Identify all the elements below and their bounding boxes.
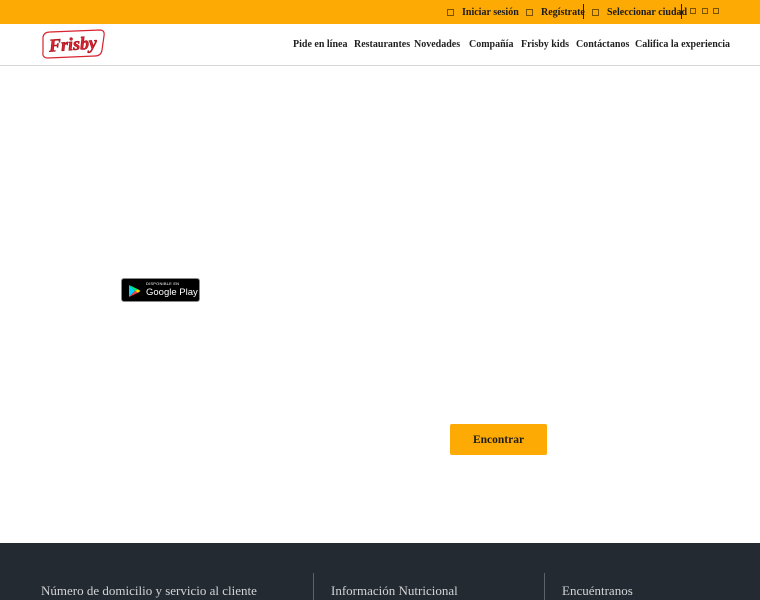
footer-find-us[interactable]: Encuéntranos [562,583,633,599]
footer-nutrition-info[interactable]: Información Nutricional [331,583,458,599]
frisby-logo-icon: Frisby [42,29,105,59]
register-icon [526,8,533,16]
footer: Número de domicilio y servicio al client… [0,543,760,600]
nav-califica-la-experiencia[interactable]: Califica la experiencia [635,24,730,66]
main-header: Frisby Pide en línea Restaurantes Noveda… [0,24,760,66]
nav-frisby-kids[interactable]: Frisby kids [521,24,569,66]
svg-text:Frisby: Frisby [47,32,98,55]
google-play-icon [129,285,141,297]
top-utility-bar: Iniciar sesión Regístrate Seleccionar ci… [0,0,760,24]
frisby-logo[interactable]: Frisby [40,28,106,60]
footer-divider [313,573,314,600]
footer-divider [544,573,545,600]
login-label: Iniciar sesión [462,6,519,18]
nav-restaurantes[interactable]: Restaurantes [354,24,410,66]
store-badge-caption: DISPONIBLE EN [146,281,180,286]
instagram-icon[interactable] [702,8,708,14]
find-button[interactable]: Encontrar [450,424,547,455]
register-label: Regístrate [541,6,585,18]
nav-pide-en-linea[interactable]: Pide en línea [293,24,347,66]
nav-compania[interactable]: Compañía [469,24,513,66]
divider [583,4,584,19]
location-icon [592,8,599,16]
google-play-badge[interactable]: DISPONIBLE EN Google Play [121,278,200,302]
select-city-link[interactable]: Seleccionar ciudad [592,0,687,24]
divider [681,4,682,19]
register-link[interactable]: Regístrate [526,0,585,24]
facebook-icon[interactable] [690,8,696,14]
footer-customer-service[interactable]: Número de domicilio y servicio al client… [41,583,257,599]
select-city-label: Seleccionar ciudad [607,6,688,18]
login-link[interactable]: Iniciar sesión [447,0,519,24]
main-content: DISPONIBLE EN Google Play Encontrar [0,66,760,543]
nav-contactanos[interactable]: Contáctanos [576,24,629,66]
user-icon [447,8,454,16]
nav-novedades[interactable]: Novedades [414,24,460,66]
store-badge-title: Google Play [146,287,198,298]
twitter-icon[interactable] [713,8,719,14]
